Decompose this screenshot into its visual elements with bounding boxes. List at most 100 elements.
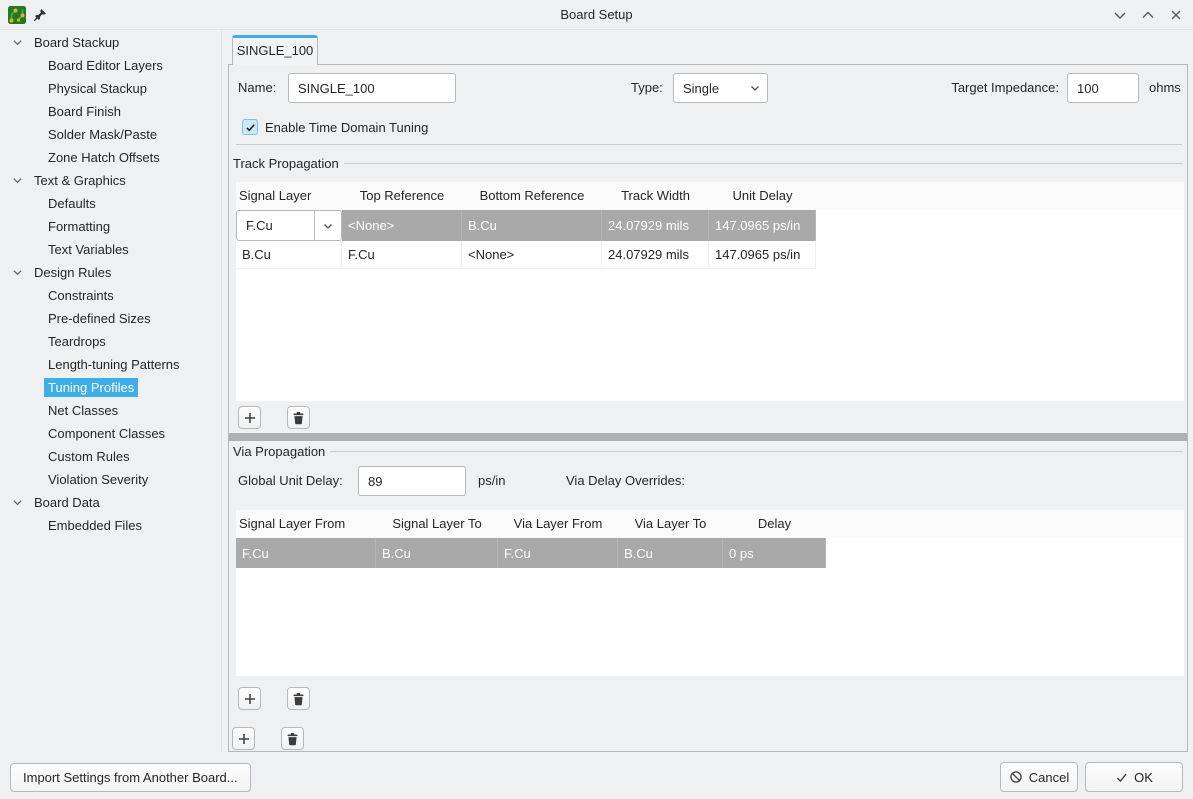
tree-item-net-classes[interactable]: Net Classes [0,399,221,422]
cancel-button[interactable]: Cancel [1000,762,1078,792]
table-cell[interactable]: <None> [462,241,602,269]
via-propagation-title: Via Propagation [233,444,325,459]
target-impedance-input[interactable] [1067,73,1139,103]
chevron-down-icon[interactable] [10,174,24,188]
tree-item-formatting[interactable]: Formatting [0,215,221,238]
tree-section-board-data[interactable]: Board Data [0,491,221,514]
maximize-button[interactable] [1140,7,1156,23]
tab-label: SINGLE_100 [237,43,314,58]
global-unit-delay-input[interactable] [358,466,466,496]
tree-item-length-tuning-patterns[interactable]: Length-tuning Patterns [0,353,221,376]
type-label: Type: [631,73,663,103]
column-header: Track Width [602,182,709,210]
target-impedance-unit: ohms [1149,73,1181,103]
plus-icon [243,692,257,706]
trash-icon [292,411,305,425]
tree-item-component-classes[interactable]: Component Classes [0,422,221,445]
type-dropdown[interactable]: Single [673,73,768,103]
tree-item-board-editor-layers[interactable]: Board Editor Layers [0,54,221,77]
groupbox-line [330,451,1183,452]
enable-time-domain-tuning-checkbox[interactable] [242,119,258,135]
table-cell[interactable]: 0 ps [723,538,826,568]
signal-layer-value: F.Cu [237,218,314,233]
tree-item-board-finish[interactable]: Board Finish [0,100,221,123]
column-header: Bottom Reference [462,182,602,210]
column-header: Top Reference [342,182,462,210]
tree-item-tuning-profiles[interactable]: Tuning Profiles [0,376,221,399]
via-add-row-button[interactable] [238,687,261,710]
settings-tree: Board Stackup Board Editor Layers Physic… [0,30,222,752]
table-cell[interactable]: <None> [342,210,462,241]
global-unit-delay-label: Global Unit Delay: [238,466,343,496]
table-cell[interactable]: 147.0965 ps/in [709,241,816,269]
profile-delete-button[interactable] [281,727,304,750]
tab-single-100[interactable]: SINGLE_100 [232,35,318,65]
table-row: F.Cu B.Cu F.Cu B.Cu 0 ps [236,538,1184,568]
checkmark-icon [245,122,256,133]
tree-item-physical-stackup[interactable]: Physical Stackup [0,77,221,100]
table-cell[interactable]: B.Cu [236,241,342,269]
chevron-down-icon [743,82,767,94]
column-header: Signal Layer [236,182,342,210]
window-title: Board Setup [0,0,1193,30]
tree-section-text-graphics[interactable]: Text & Graphics [0,169,221,192]
tree-section-board-stackup[interactable]: Board Stackup [0,31,221,54]
dialog-footer: Import Settings from Another Board... Ca… [0,752,1193,799]
tree-item-solder-mask-paste[interactable]: Solder Mask/Paste [0,123,221,146]
separator [236,144,1182,145]
track-propagation-table: Signal Layer Top Reference Bottom Refere… [236,182,1184,401]
profile-add-button[interactable] [232,727,255,750]
tree-item-violation-severity[interactable]: Violation Severity [0,468,221,491]
track-add-row-button[interactable] [238,406,261,429]
column-header: Unit Delay [709,182,816,210]
trash-icon [286,732,299,746]
trash-icon [292,692,305,706]
table-cell[interactable]: B.Cu [618,538,723,568]
column-header: Signal Layer From [236,510,376,538]
tree-item-zone-hatch-offsets[interactable]: Zone Hatch Offsets [0,146,221,169]
global-unit-delay-unit: ps/in [478,466,505,496]
target-impedance-label: Target Impedance: [919,73,1059,103]
via-delete-row-button[interactable] [287,687,310,710]
signal-layer-dropdown[interactable]: F.Cu [236,210,342,241]
tree-item-pre-defined-sizes[interactable]: Pre-defined Sizes [0,307,221,330]
table-cell[interactable]: B.Cu [376,538,498,568]
table-cell[interactable]: B.Cu [462,210,602,241]
table-cell: F.Cu [236,210,342,241]
chevron-down-icon[interactable] [10,496,24,510]
chevron-down-icon[interactable] [10,36,24,50]
minimize-button[interactable] [1112,7,1128,23]
column-header: Delay [723,510,826,538]
chevron-down-icon[interactable] [10,266,24,280]
via-table-header: Signal Layer From Signal Layer To Via La… [236,510,1184,538]
tree-section-design-rules[interactable]: Design Rules [0,261,221,284]
tree-item-teardrops[interactable]: Teardrops [0,330,221,353]
tree-item-defaults[interactable]: Defaults [0,192,221,215]
table-cell[interactable]: 24.07929 mils [602,241,709,269]
column-header: Via Layer To [618,510,723,538]
table-cell[interactable]: F.Cu [498,538,618,568]
plus-icon [243,411,257,425]
track-delete-row-button[interactable] [287,406,310,429]
tree-item-text-variables[interactable]: Text Variables [0,238,221,261]
ok-button[interactable]: OK [1085,762,1183,792]
track-propagation-title: Track Propagation [233,156,339,171]
table-cell[interactable]: 147.0965 ps/in [709,210,816,241]
table-row: F.Cu <None> B.Cu 24.07929 mils 147.0965 … [236,210,1184,241]
tree-item-custom-rules[interactable]: Custom Rules [0,445,221,468]
tree-item-embedded-files[interactable]: Embedded Files [0,514,221,537]
name-label: Name: [238,73,276,103]
name-input[interactable] [288,73,456,103]
close-button[interactable] [1168,7,1184,23]
column-header: Via Layer From [498,510,618,538]
plus-icon [237,732,251,746]
splitter-sash[interactable] [229,433,1187,441]
tree-item-constraints[interactable]: Constraints [0,284,221,307]
table-cell[interactable]: F.Cu [236,538,376,568]
chevron-down-icon [314,211,341,240]
table-cell[interactable]: F.Cu [342,241,462,269]
enable-time-domain-tuning-label: Enable Time Domain Tuning [265,120,428,135]
import-settings-button[interactable]: Import Settings from Another Board... [10,763,251,792]
table-cell[interactable]: 24.07929 mils [602,210,709,241]
column-header: Signal Layer To [376,510,498,538]
